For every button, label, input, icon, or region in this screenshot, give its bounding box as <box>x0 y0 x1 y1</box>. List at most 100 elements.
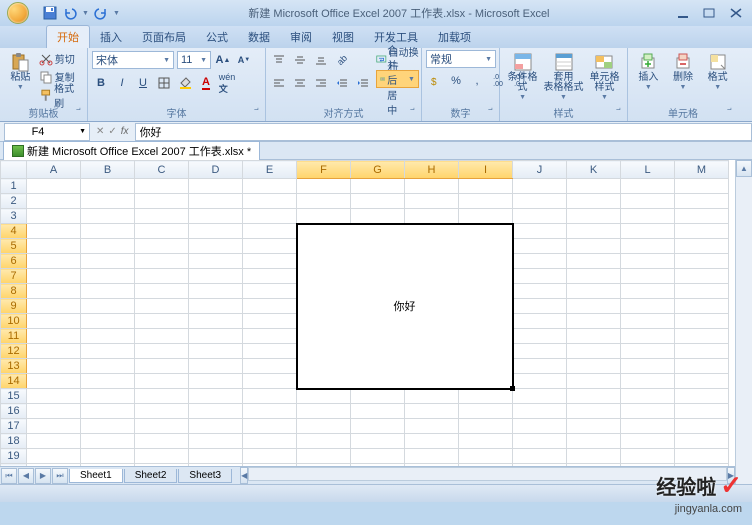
cell[interactable] <box>189 314 243 329</box>
cell[interactable] <box>297 434 351 449</box>
cell[interactable] <box>27 404 81 419</box>
first-sheet-icon[interactable]: ⏮ <box>1 468 17 484</box>
cell[interactable] <box>297 179 351 194</box>
scroll-right-icon[interactable]: ▶ <box>727 467 735 484</box>
cell[interactable] <box>135 344 189 359</box>
decrease-indent-button[interactable] <box>333 74 351 92</box>
align-middle-button[interactable] <box>291 51 309 69</box>
row-header[interactable]: 5 <box>1 239 27 254</box>
next-sheet-icon[interactable]: ▶ <box>35 468 51 484</box>
cell[interactable] <box>81 389 135 404</box>
column-header[interactable]: L <box>621 161 675 179</box>
cell[interactable] <box>189 284 243 299</box>
cell[interactable] <box>27 299 81 314</box>
cell[interactable] <box>459 179 513 194</box>
cell[interactable] <box>675 224 729 239</box>
cell[interactable] <box>621 404 675 419</box>
cell[interactable] <box>351 434 405 449</box>
row-header[interactable]: 17 <box>1 419 27 434</box>
cell[interactable] <box>81 284 135 299</box>
cell[interactable] <box>513 254 567 269</box>
cell[interactable] <box>513 269 567 284</box>
column-header[interactable]: J <box>513 161 567 179</box>
cell[interactable] <box>513 209 567 224</box>
paste-button[interactable]: 粘贴 ▼ <box>4 50 37 91</box>
cell[interactable] <box>675 179 729 194</box>
cell[interactable] <box>189 269 243 284</box>
cell[interactable] <box>81 374 135 389</box>
row-header[interactable]: 9 <box>1 299 27 314</box>
cell[interactable] <box>297 209 351 224</box>
cell[interactable] <box>621 284 675 299</box>
cell[interactable] <box>621 314 675 329</box>
column-header[interactable]: I <box>459 161 513 179</box>
select-all-corner[interactable] <box>1 161 27 179</box>
cell-styles-button[interactable]: 单元格 样式▼ <box>586 50 623 101</box>
underline-button[interactable]: U <box>134 74 152 92</box>
currency-button[interactable]: $ <box>426 72 444 90</box>
align-bottom-button[interactable] <box>312 51 330 69</box>
grow-font-button[interactable]: A▲ <box>214 51 232 69</box>
cell[interactable] <box>135 239 189 254</box>
cell[interactable] <box>81 269 135 284</box>
undo-icon[interactable] <box>62 5 78 21</box>
align-top-button[interactable] <box>270 51 288 69</box>
name-box[interactable]: ▼ <box>4 123 90 141</box>
border-button[interactable] <box>155 74 173 92</box>
cell[interactable] <box>189 254 243 269</box>
cell[interactable] <box>567 344 621 359</box>
chevron-down-icon[interactable]: ▼ <box>76 128 89 135</box>
document-tab[interactable]: 新建 Microsoft Office Excel 2007 工作表.xlsx … <box>3 141 260 160</box>
column-header[interactable]: C <box>135 161 189 179</box>
cell[interactable] <box>243 389 297 404</box>
scroll-up-icon[interactable]: ▲ <box>736 160 752 177</box>
cell[interactable] <box>189 194 243 209</box>
cell[interactable] <box>567 239 621 254</box>
font-size-combo[interactable]: 11▼ <box>177 51 211 69</box>
tab-insert[interactable]: 插入 <box>90 26 132 48</box>
cell[interactable] <box>27 449 81 464</box>
cell[interactable] <box>459 419 513 434</box>
cell[interactable] <box>243 449 297 464</box>
spreadsheet-grid[interactable]: ABCDEFGHIJKLM1234你好567891011121314151617… <box>0 160 729 502</box>
office-button[interactable] <box>0 0 36 26</box>
cell[interactable] <box>459 449 513 464</box>
cell[interactable] <box>189 329 243 344</box>
cell[interactable] <box>621 179 675 194</box>
cell[interactable] <box>621 359 675 374</box>
cell[interactable] <box>27 329 81 344</box>
cell[interactable] <box>135 194 189 209</box>
cell[interactable] <box>81 359 135 374</box>
cell[interactable] <box>405 389 459 404</box>
row-header[interactable]: 2 <box>1 194 27 209</box>
cell[interactable] <box>243 224 297 239</box>
cell[interactable] <box>27 389 81 404</box>
column-header[interactable]: M <box>675 161 729 179</box>
cell[interactable] <box>27 179 81 194</box>
format-cells-button[interactable]: 格式▼ <box>701 50 734 91</box>
cell[interactable] <box>621 224 675 239</box>
cell[interactable] <box>189 344 243 359</box>
cell[interactable] <box>189 419 243 434</box>
cell[interactable] <box>351 389 405 404</box>
cell[interactable] <box>27 314 81 329</box>
cell[interactable] <box>675 374 729 389</box>
cell[interactable] <box>567 194 621 209</box>
cell[interactable] <box>567 449 621 464</box>
redo-icon[interactable] <box>93 5 109 21</box>
cell[interactable] <box>675 419 729 434</box>
cell[interactable] <box>351 194 405 209</box>
column-header[interactable]: K <box>567 161 621 179</box>
cell[interactable] <box>513 299 567 314</box>
row-header[interactable]: 13 <box>1 359 27 374</box>
tab-home[interactable]: 开始 <box>46 25 90 48</box>
cell[interactable] <box>567 209 621 224</box>
row-header[interactable]: 3 <box>1 209 27 224</box>
cell[interactable] <box>243 374 297 389</box>
cell[interactable] <box>27 374 81 389</box>
cell[interactable] <box>567 284 621 299</box>
cell[interactable] <box>189 449 243 464</box>
cell[interactable] <box>27 359 81 374</box>
delete-cells-button[interactable]: 删除▼ <box>667 50 700 91</box>
cell[interactable] <box>621 344 675 359</box>
